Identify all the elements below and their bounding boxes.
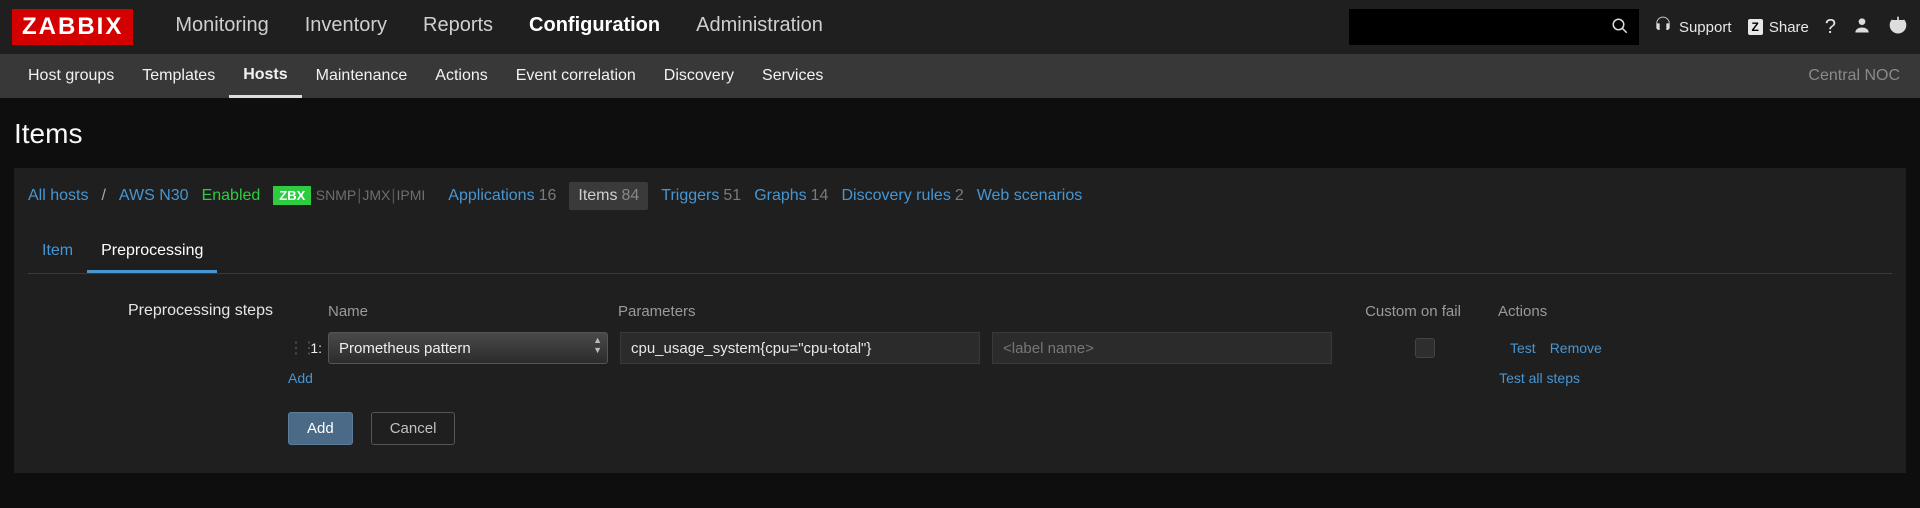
tab-item[interactable]: Item xyxy=(28,234,87,273)
step-type-select[interactable]: Prometheus pattern ▲▼ xyxy=(328,332,608,364)
crumb-sep: / xyxy=(101,187,105,205)
headset-icon xyxy=(1653,15,1673,39)
search-icon[interactable] xyxy=(1611,17,1629,38)
share-label: Share xyxy=(1769,19,1809,36)
search-box[interactable] xyxy=(1349,9,1639,45)
context-label: Central NOC xyxy=(1808,67,1906,85)
menu-inventory[interactable]: Inventory xyxy=(287,0,405,54)
link-add-step[interactable]: Add xyxy=(288,370,313,386)
search-input[interactable] xyxy=(1359,19,1611,35)
subnav-templates[interactable]: Templates xyxy=(128,54,229,98)
col-custom: Custom on fail xyxy=(1338,303,1488,320)
link-remove-step[interactable]: Remove xyxy=(1550,340,1602,356)
step-row: ⋮⋮ 1: Prometheus pattern ▲▼ Test Remove xyxy=(288,332,1892,364)
chevron-updown-icon: ▲▼ xyxy=(593,336,602,354)
power-icon xyxy=(1888,15,1908,39)
menu-reports[interactable]: Reports xyxy=(405,0,511,54)
proto-snmp: SNMP xyxy=(316,187,356,203)
share-link[interactable]: Z Share xyxy=(1748,19,1809,36)
subnav-hosts[interactable]: Hosts xyxy=(229,54,301,98)
col-actions: Actions xyxy=(1488,303,1648,320)
proto-ipmi: IPMI xyxy=(397,187,426,203)
add-button[interactable]: Add xyxy=(288,412,353,445)
support-link[interactable]: Support xyxy=(1653,15,1732,39)
status-enabled: Enabled xyxy=(202,187,261,205)
step-type-value: Prometheus pattern xyxy=(339,340,471,357)
subnav-host-groups[interactable]: Host groups xyxy=(14,54,128,98)
form-row-steps: Preprocessing steps Name Parameters Cust… xyxy=(28,298,1892,445)
user-icon xyxy=(1852,15,1872,39)
col-params: Parameters xyxy=(618,303,1338,320)
cancel-button[interactable]: Cancel xyxy=(371,412,456,445)
page: Items All hosts / AWS N30 Enabled ZBX SN… xyxy=(0,98,1920,487)
step-number: 1: xyxy=(306,340,328,356)
section-triggers[interactable]: Triggers51 xyxy=(661,187,741,205)
label-preprocessing-steps: Preprocessing steps xyxy=(28,298,288,320)
link-host[interactable]: AWS N30 xyxy=(119,187,189,205)
subnav-actions[interactable]: Actions xyxy=(421,54,501,98)
link-test-step[interactable]: Test xyxy=(1510,340,1536,356)
logo[interactable]: ZABBIX xyxy=(12,9,133,45)
page-title: Items xyxy=(14,118,1906,150)
z-badge: Z xyxy=(1748,19,1763,35)
user-button[interactable] xyxy=(1852,15,1872,39)
section-discovery-rules[interactable]: Discovery rules2 xyxy=(841,187,963,205)
subnav-event-correlation[interactable]: Event correlation xyxy=(502,54,650,98)
menu-administration[interactable]: Administration xyxy=(678,0,841,54)
button-row: Add Cancel xyxy=(288,412,1892,445)
power-button[interactable] xyxy=(1888,15,1908,39)
subnav-services[interactable]: Services xyxy=(748,54,837,98)
sub-nav: Host groups Templates Hosts Maintenance … xyxy=(0,54,1920,98)
breadcrumb: All hosts / AWS N30 Enabled ZBX SNMP|JMX… xyxy=(28,182,1892,210)
link-all-hosts[interactable]: All hosts xyxy=(28,187,88,205)
subnav-discovery[interactable]: Discovery xyxy=(650,54,748,98)
section-applications[interactable]: Applications16 xyxy=(448,187,556,205)
proto-zbx[interactable]: ZBX xyxy=(273,186,311,205)
menu-configuration[interactable]: Configuration xyxy=(511,0,678,54)
col-name: Name xyxy=(288,303,618,320)
subnav-maintenance[interactable]: Maintenance xyxy=(302,54,422,98)
section-items[interactable]: Items84 xyxy=(569,182,648,210)
tabs: Item Preprocessing xyxy=(28,234,1892,274)
toolbar-right: Support Z Share ? xyxy=(1653,15,1908,39)
form-body: Name Parameters Custom on fail Actions ⋮… xyxy=(288,298,1892,445)
content-box: All hosts / AWS N30 Enabled ZBX SNMP|JMX… xyxy=(14,168,1906,473)
help-button[interactable]: ? xyxy=(1825,16,1836,39)
proto-group: ZBX SNMP|JMX|IPMI xyxy=(273,187,425,205)
menu-monitoring[interactable]: Monitoring xyxy=(157,0,286,54)
section-graphs[interactable]: Graphs14 xyxy=(754,187,828,205)
drag-handle-icon[interactable]: ⋮⋮ xyxy=(288,338,306,358)
top-nav: ZABBIX Monitoring Inventory Reports Conf… xyxy=(0,0,1920,54)
tab-preprocessing[interactable]: Preprocessing xyxy=(87,234,217,273)
section-web-scenarios[interactable]: Web scenarios xyxy=(977,187,1083,205)
main-menu: Monitoring Inventory Reports Configurati… xyxy=(157,0,841,54)
custom-on-fail-checkbox[interactable] xyxy=(1415,338,1435,358)
param2-input[interactable] xyxy=(992,332,1332,364)
support-label: Support xyxy=(1679,19,1732,36)
param1-input[interactable] xyxy=(620,332,980,364)
proto-jmx: JMX xyxy=(362,187,390,203)
column-headers: Name Parameters Custom on fail Actions xyxy=(288,298,1892,324)
link-test-all-steps[interactable]: Test all steps xyxy=(1499,370,1580,386)
help-icon: ? xyxy=(1825,16,1836,39)
